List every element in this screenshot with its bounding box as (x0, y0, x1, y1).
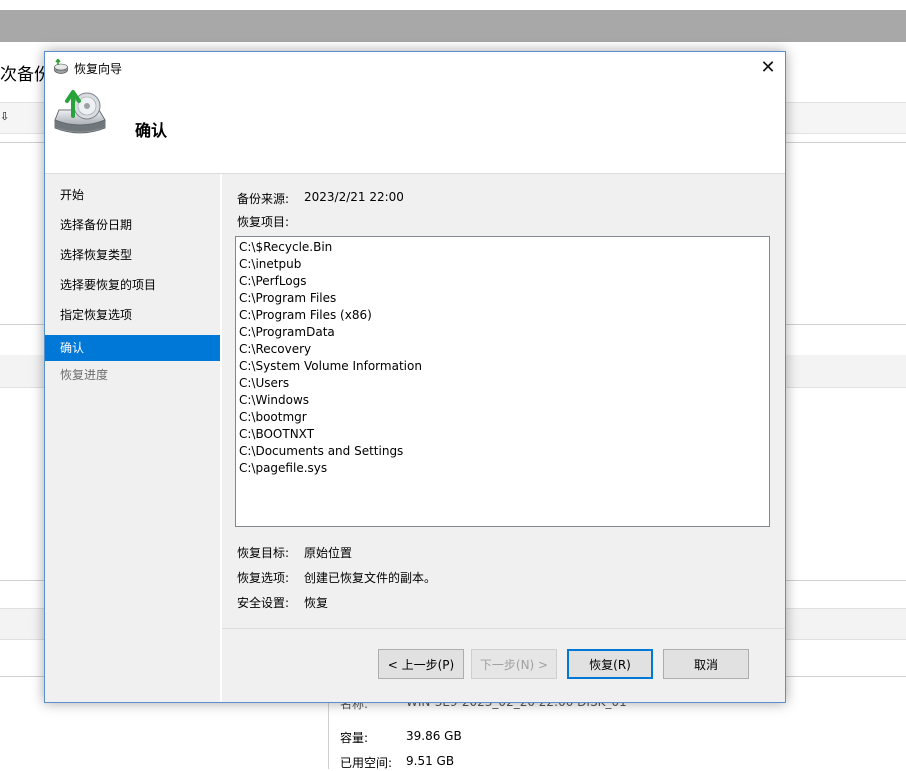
nav-step-recovery-progress: 恢复进度 (60, 368, 109, 382)
restore-wizard-dialog: 恢复向导 ✕ 确认 开始 选择备份日期 选择恢复类型 选择要恢复的项目 指定恢复… (44, 51, 786, 703)
nav-step-start[interactable]: 开始 (45, 182, 220, 208)
recovery-target-label: 恢复目标: (237, 546, 290, 560)
list-item[interactable]: C:\PerfLogs (239, 273, 766, 290)
capacity-value: 39.86 GB (406, 729, 462, 743)
list-item[interactable]: C:\System Volume Information (239, 358, 766, 375)
wizard-step-nav: 开始 选择备份日期 选择恢复类型 选择要恢复的项目 指定恢复选项 确认 恢复进度 (45, 174, 220, 702)
used-space-label: 已用空间: (340, 756, 393, 770)
list-item[interactable]: C:\$Recycle.Bin (239, 239, 766, 256)
dialog-title: 恢复向导 (74, 62, 123, 76)
background-header-strip (0, 10, 906, 42)
cancel-button[interactable]: 取消 (663, 649, 749, 679)
recovery-options-label: 恢复选项: (237, 571, 290, 585)
next-button: 下一步(N) > (471, 649, 557, 679)
background-vertical-divider (328, 700, 329, 769)
restore-disk-icon (54, 90, 106, 134)
confirmation-panel: 备份来源: 2023/2/21 22:00 恢复项目: C:\$Recycle.… (222, 174, 785, 702)
list-item[interactable]: C:\Recovery (239, 341, 766, 358)
list-item[interactable]: C:\Documents and Settings (239, 443, 766, 460)
recovery-target-value: 原始位置 (304, 546, 353, 560)
list-item[interactable]: C:\Users (239, 375, 766, 392)
dialog-title-bar[interactable]: 恢复向导 ✕ (45, 52, 785, 82)
backup-source-value: 2023/2/21 22:00 (304, 190, 404, 204)
background-row-text: ⇩ (0, 110, 10, 123)
close-button[interactable]: ✕ (751, 53, 785, 81)
recovery-items-list[interactable]: C:\$Recycle.Bin C:\inetpub C:\PerfLogs C… (235, 236, 770, 527)
recovery-options-value: 创建已恢复文件的副本。 (304, 571, 437, 585)
nav-step-select-recovery-type[interactable]: 选择恢复类型 (45, 242, 220, 268)
list-item[interactable]: C:\Program Files (239, 290, 766, 307)
nav-step-select-items[interactable]: 选择要恢复的项目 (45, 272, 220, 298)
list-item[interactable]: C:\ProgramData (239, 324, 766, 341)
nav-step-select-backup-date[interactable]: 选择备份日期 (45, 212, 220, 238)
nav-step-confirmation[interactable]: 确认 (45, 335, 220, 361)
list-item[interactable]: C:\pagefile.sys (239, 460, 766, 477)
capacity-label: 容量: (340, 731, 369, 745)
security-settings-label: 安全设置: (237, 596, 290, 610)
list-item[interactable]: C:\Windows (239, 392, 766, 409)
restore-wizard-icon (54, 59, 68, 74)
recover-button[interactable]: 恢复(R) (567, 649, 653, 679)
list-item[interactable]: C:\Program Files (x86) (239, 307, 766, 324)
used-space-value: 9.51 GB (406, 754, 455, 768)
list-item[interactable]: C:\inetpub (239, 256, 766, 273)
page-heading: 确认 (135, 121, 168, 140)
button-bar-divider (222, 628, 785, 629)
list-item[interactable]: C:\bootmgr (239, 409, 766, 426)
nav-step-recovery-options[interactable]: 指定恢复选项 (45, 302, 220, 328)
recovery-items-label: 恢复项目: (237, 215, 290, 229)
list-item[interactable]: C:\BOOTNXT (239, 426, 766, 443)
security-settings-value: 恢复 (304, 596, 329, 610)
backup-source-label: 备份来源: (237, 192, 290, 206)
close-icon: ✕ (760, 56, 776, 78)
back-button[interactable]: < 上一步(P) (378, 649, 464, 679)
